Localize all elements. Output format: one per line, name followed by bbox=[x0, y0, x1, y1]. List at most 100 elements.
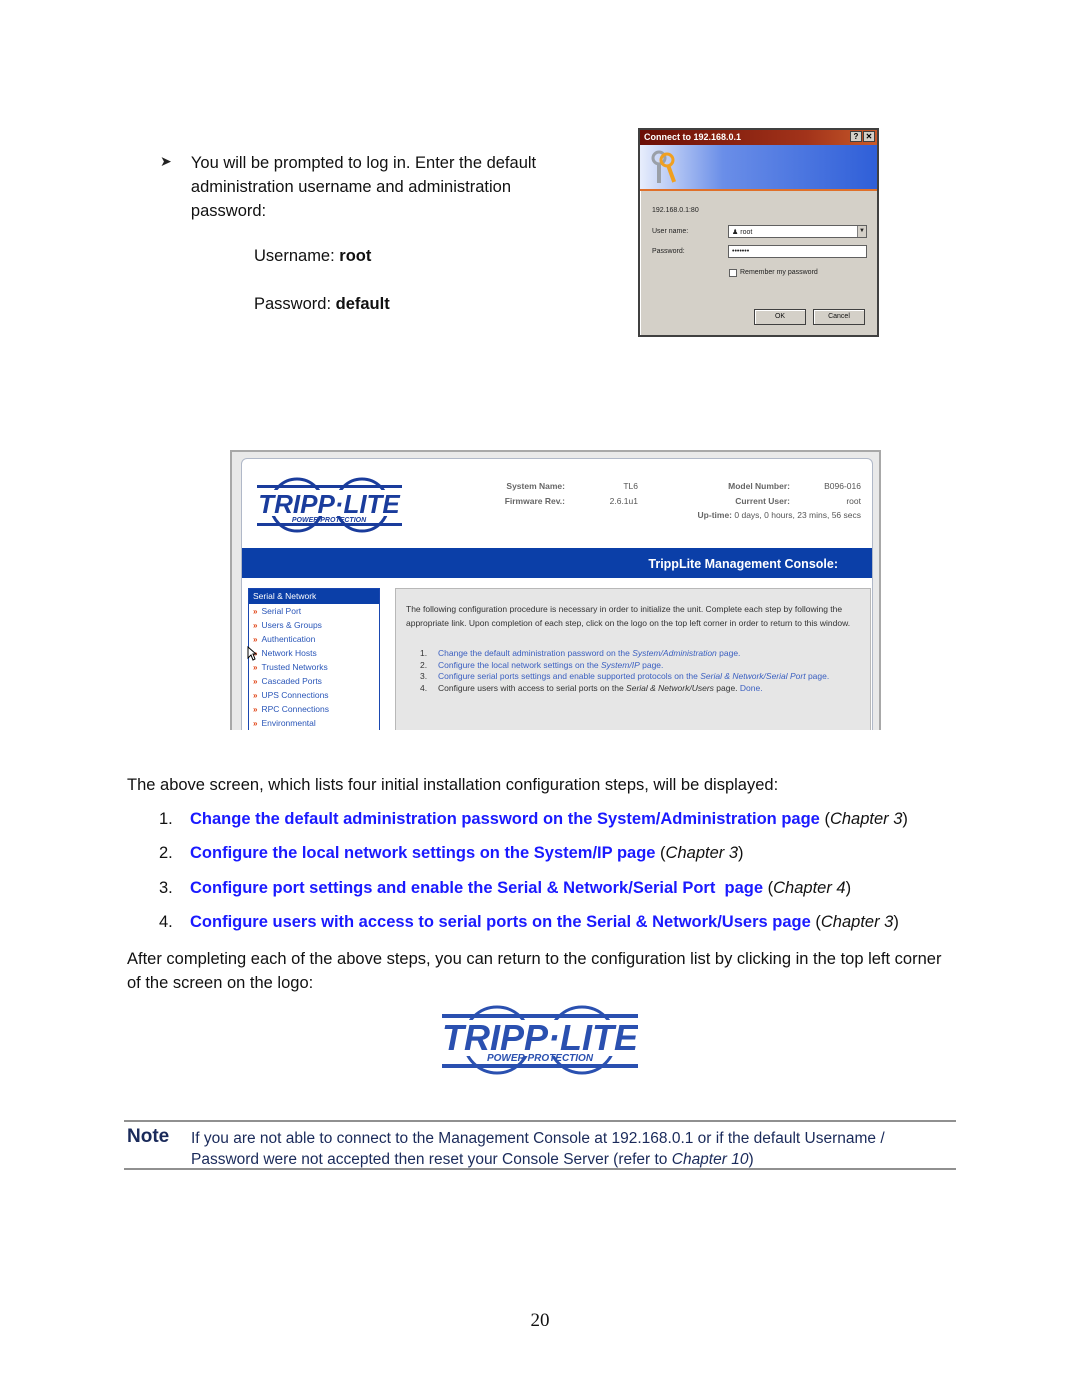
note-box: Note If you are not able to connect to t… bbox=[124, 1120, 956, 1170]
step-item: 2. Configure the local network settings o… bbox=[159, 844, 744, 863]
sidebar-item-network-hosts[interactable]: »Network Hosts bbox=[249, 646, 379, 660]
sidebar-item-rpc-connections[interactable]: » RPC Connections bbox=[249, 702, 379, 716]
dialog-banner bbox=[640, 145, 877, 191]
console-intro: The following configuration procedure is… bbox=[406, 604, 851, 628]
sidebar-item-label: Authentication bbox=[261, 634, 316, 644]
step-text-block: Configure users with access to serial po… bbox=[438, 683, 838, 695]
username-input-value: root bbox=[740, 229, 753, 236]
console-step[interactable]: 3. Configure serial ports settings and en… bbox=[420, 671, 860, 683]
step-text: page. bbox=[713, 682, 740, 693]
sidebar-item-trusted-networks[interactable]: » Trusted Networks bbox=[249, 660, 379, 674]
double-chevron-icon: » bbox=[253, 719, 258, 728]
double-chevron-icon: » bbox=[253, 607, 258, 616]
sidebar-item-label: RPC Connections bbox=[261, 704, 330, 714]
footer-logo-tagline: POWER PROTECTION bbox=[487, 1053, 594, 1064]
note-label: Note bbox=[127, 1126, 170, 1147]
step-link[interactable]: Change the default administration passwo… bbox=[438, 648, 838, 660]
current-user-label: Current User: bbox=[735, 495, 790, 506]
sidebar-heading: Serial & Network bbox=[249, 589, 379, 604]
step-text: page. bbox=[716, 648, 741, 658]
tripplite-logo[interactable]: TRIPP·LITE POWER PROTECTION bbox=[257, 477, 402, 538]
login-instruction-text: You will be prompted to log in. Enter th… bbox=[190, 154, 537, 220]
note-text: If you are not able to connect to the Ma… bbox=[191, 1128, 951, 1170]
close-button[interactable]: ✕ bbox=[863, 131, 875, 142]
mouse-cursor-icon bbox=[247, 645, 258, 664]
remember-password-checkbox[interactable] bbox=[729, 269, 737, 277]
firmware-label: Firmware Rev.: bbox=[504, 495, 565, 506]
sidebar-item-label: Network Hosts bbox=[261, 648, 317, 658]
sidebar-item-label: Environmental bbox=[261, 718, 316, 728]
note-body: If you are not able to connect to the Ma… bbox=[191, 1130, 885, 1168]
sidebar-item-ups-connections[interactable]: » UPS Connections bbox=[249, 688, 379, 702]
step-link[interactable]: Configure users with access to serial po… bbox=[190, 913, 811, 931]
help-button[interactable]: ? bbox=[850, 131, 862, 142]
sidebar-item-label: Serial Port bbox=[261, 606, 302, 616]
note-chapter-ref: Chapter 10 bbox=[671, 1151, 749, 1168]
double-chevron-icon: » bbox=[253, 635, 258, 644]
sidebar-item-users-groups[interactable]: » Users & Groups bbox=[249, 618, 379, 632]
password-credential: Password: default bbox=[254, 295, 390, 314]
sidebar-item-environmental[interactable]: » Environmental bbox=[249, 716, 379, 730]
step-link[interactable]: Configure the local network settings on … bbox=[190, 844, 655, 862]
double-chevron-icon: » bbox=[253, 705, 258, 714]
console-frame: TRIPP·LITE POWER PROTECTION System Name:… bbox=[241, 458, 873, 730]
double-chevron-icon: » bbox=[253, 663, 258, 672]
step-page: System/Administration bbox=[632, 648, 717, 658]
step-page: Serial & Network/Serial Port bbox=[700, 671, 806, 681]
dropdown-arrow-icon[interactable]: ▼ bbox=[857, 226, 866, 237]
password-label: Password: bbox=[254, 295, 336, 313]
console-step[interactable]: 1. Change the default administration pass… bbox=[420, 648, 860, 660]
console-step[interactable]: 2. Configure the local network settings o… bbox=[420, 660, 860, 672]
system-name-label: System Name: bbox=[506, 481, 565, 491]
remember-password-label: Remember my password bbox=[740, 269, 818, 276]
step-number: 2. bbox=[159, 844, 173, 862]
username-combobox[interactable]: ♟ root ▼ bbox=[728, 225, 867, 238]
username-label: Username: bbox=[254, 247, 340, 265]
username-value: root bbox=[339, 247, 372, 265]
sidebar-nav: Serial & Network » Serial Port » Users & G… bbox=[248, 588, 380, 730]
sidebar-item-serial-port[interactable]: » Serial Port bbox=[249, 604, 379, 618]
sidebar-item-label: Cascaded Ports bbox=[261, 676, 322, 686]
dialog-title: Connect to 192.168.0.1 bbox=[644, 132, 742, 142]
tripplite-logo-graphic: TRIPP·LITE POWER PROTECTION bbox=[257, 477, 402, 533]
step-number: 3. bbox=[420, 671, 428, 681]
step-number: 4. bbox=[159, 913, 173, 931]
model-number-value: B096-016 bbox=[824, 481, 861, 491]
uptime-label: Up-time: bbox=[697, 510, 733, 520]
system-labels-col2: Model Number: Current User: bbox=[682, 479, 790, 508]
chapter-ref: (Chapter 3) bbox=[815, 913, 899, 931]
ok-button[interactable]: OK bbox=[754, 309, 806, 325]
step-link[interactable]: Configure the local network settings on … bbox=[438, 660, 838, 672]
keys-icon bbox=[650, 149, 680, 195]
step-page: Serial & Network/Users bbox=[626, 682, 714, 693]
sidebar-item-cascaded-ports[interactable]: » Cascaded Ports bbox=[249, 674, 379, 688]
console-content: The following configuration procedure is… bbox=[395, 588, 871, 730]
chapter-ref-text: Chapter 4 bbox=[773, 879, 846, 897]
tripplite-footer-logo: TRIPP·LITE POWER PROTECTION bbox=[442, 1004, 639, 1081]
step-number: 3. bbox=[159, 879, 173, 897]
sidebar-item-authentication[interactable]: » Authentication bbox=[249, 632, 379, 646]
username-field-label: User name: bbox=[652, 228, 689, 235]
step-item: 1. Change the default administration pass… bbox=[159, 810, 908, 829]
chapter-ref-text: Chapter 3 bbox=[820, 913, 894, 931]
login-instructions: ➤ You will be prompted to log in. Enter … bbox=[160, 151, 580, 223]
step-number: 1. bbox=[420, 648, 428, 658]
after-steps-text: After completing each of the above steps… bbox=[127, 950, 942, 992]
password-input[interactable]: ••••••• bbox=[728, 245, 867, 258]
chapter-ref: (Chapter 4) bbox=[767, 879, 852, 897]
console-steps: 1. Change the default administration pass… bbox=[406, 648, 860, 694]
management-console-screenshot: TRIPP·LITE POWER PROTECTION System Name:… bbox=[230, 450, 881, 730]
step-text: Change the default administration passwo… bbox=[438, 648, 633, 658]
step-link[interactable]: Configure serial ports settings and enab… bbox=[438, 671, 838, 683]
password-field-label: Password: bbox=[652, 248, 685, 255]
sidebar-item-label: UPS Connections bbox=[261, 690, 329, 700]
system-values-col2: B096-016 root bbox=[797, 479, 861, 508]
console-banner: TrippLite Management Console: bbox=[242, 548, 872, 578]
step-link[interactable]: Configure port settings and enable the S… bbox=[190, 879, 763, 897]
done-link[interactable]: Done. bbox=[740, 683, 763, 693]
user-icon: ♟ bbox=[732, 229, 739, 236]
logo-wordmark: TRIPP·LITE bbox=[258, 489, 400, 519]
cancel-button[interactable]: Cancel bbox=[813, 309, 865, 325]
step-link[interactable]: Change the default administration passwo… bbox=[190, 810, 820, 828]
chapter-ref-text: Chapter 3 bbox=[829, 810, 903, 828]
